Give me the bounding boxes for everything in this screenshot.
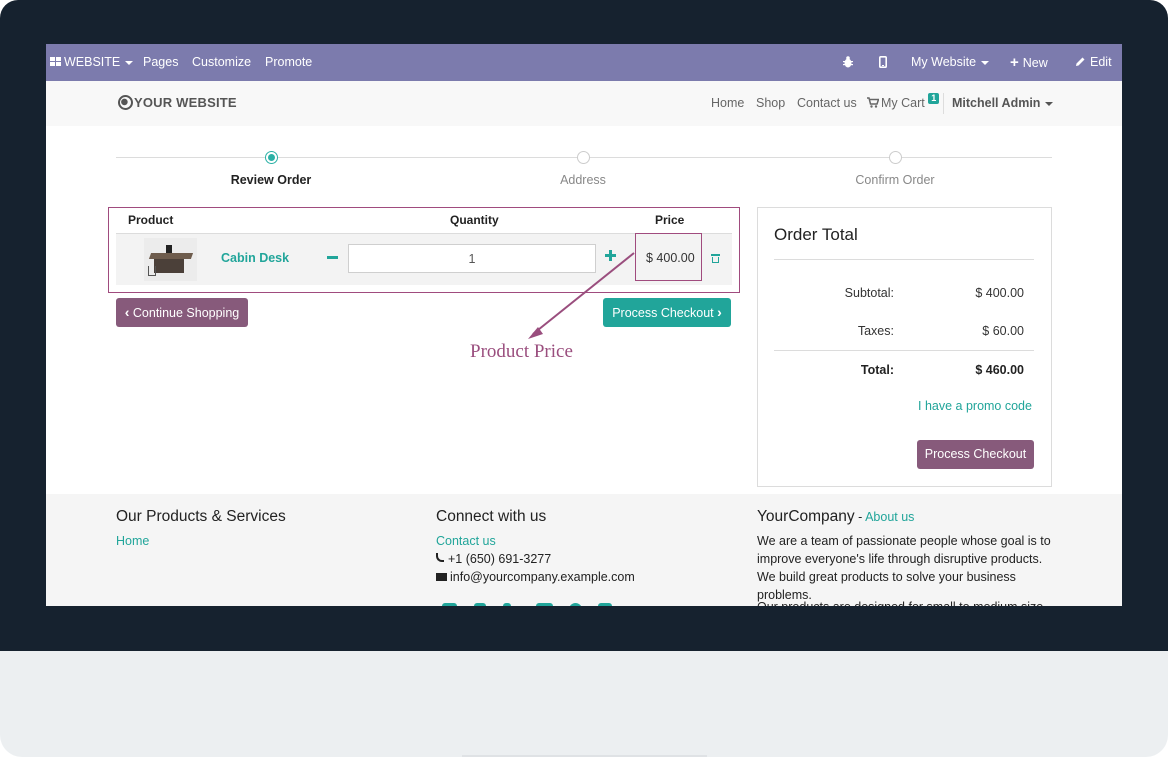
footer-phone: +1 (650) 691-3277 (436, 552, 551, 566)
screen: WEBSITE Pages Customize Promote My Websi… (46, 44, 1122, 606)
footer-company-description: We are a team of passionate people whose… (757, 534, 1051, 602)
subtotal-label: Subtotal: (844, 286, 894, 300)
divider (774, 350, 1034, 351)
quantity-input[interactable] (348, 244, 596, 273)
product-image-detail (154, 259, 184, 273)
title-separator: - (854, 510, 866, 524)
twitter-icon[interactable] (474, 603, 486, 606)
order-total-title: Order Total (774, 225, 858, 244)
step-dot-confirm (889, 151, 902, 164)
column-header-product: Product (128, 213, 174, 227)
process-checkout-button[interactable]: Process Checkout › (603, 298, 731, 327)
taxes-label: Taxes: (857, 324, 894, 338)
footer-email: info@yourcompany.example.com (436, 570, 635, 584)
plus-icon: + (1010, 54, 1019, 71)
new-label: New (1022, 56, 1048, 70)
step-review-order: Review Order (230, 173, 312, 187)
footer-company-description-2: Our products are designed for small to m… (757, 598, 1057, 606)
order-process-checkout-button[interactable]: Process Checkout (917, 440, 1034, 469)
footer-company-title: YourCompany - About us (757, 508, 914, 526)
website-menu[interactable]: WEBSITE (50, 44, 134, 81)
caret-down-icon (125, 60, 134, 65)
mobile-preview-icon[interactable] (879, 44, 888, 81)
youtube-icon[interactable] (536, 603, 553, 606)
pencil-icon (1076, 57, 1085, 67)
decrease-quantity-icon[interactable] (327, 256, 338, 259)
company-name: YourCompany (757, 508, 855, 525)
product-image-detail (166, 245, 172, 253)
globe-icon (118, 95, 133, 111)
process-checkout-label: Process Checkout (612, 306, 714, 320)
caret-down-icon (1045, 101, 1054, 106)
promo-code-link[interactable]: I have a promo code (918, 399, 1032, 413)
my-website-label: My Website (911, 55, 977, 69)
debug-icon[interactable] (843, 44, 853, 81)
footer-home-link[interactable]: Home (116, 534, 149, 548)
product-price: $ 400.00 (646, 251, 695, 265)
cart-count-badge: 1 (928, 93, 940, 104)
my-website-menu[interactable]: My Website (911, 44, 990, 81)
pages-menu[interactable]: Pages (143, 44, 178, 81)
site-logo[interactable]: YOUR WEBSITE (118, 95, 237, 111)
edit-label: Edit (1090, 55, 1112, 69)
footer-email-text: info@yourcompany.example.com (450, 570, 635, 584)
caret-down-icon (981, 60, 990, 65)
product-image[interactable] (144, 238, 197, 281)
annotation-label: Product Price (470, 341, 573, 362)
step-confirm-order: Confirm Order (855, 173, 935, 187)
my-cart-label: My Cart (881, 96, 925, 110)
facebook-icon[interactable] (442, 603, 457, 606)
product-name-link[interactable]: Cabin Desk (221, 251, 289, 265)
total-label: Total: (860, 363, 894, 377)
column-header-quantity: Quantity (450, 213, 499, 227)
step-dot-address (577, 151, 590, 164)
divider (774, 259, 1034, 260)
site-logo-text: YOUR WEBSITE (134, 95, 237, 110)
envelope-icon (436, 572, 447, 581)
nav-home[interactable]: Home (711, 81, 744, 126)
footer-phone-text: +1 (650) 691-3277 (448, 552, 552, 566)
nav-shop[interactable]: Shop (756, 81, 785, 126)
header-divider (943, 93, 944, 114)
chevron-left-icon: ‹ (124, 304, 130, 320)
user-name: Mitchell Admin (952, 96, 1041, 110)
promote-menu[interactable]: Promote (265, 44, 312, 81)
step-dot-review (265, 151, 278, 164)
instagram-icon[interactable] (598, 603, 612, 606)
product-image-detail (148, 266, 156, 276)
phone-icon (436, 553, 444, 563)
total-value: $ 460.00 (975, 363, 1024, 377)
footer-products-title: Our Products & Services (116, 508, 286, 525)
continue-shopping-label: Continue Shopping (132, 306, 240, 320)
edit-button[interactable]: Edit (1075, 44, 1112, 81)
cart-icon (867, 97, 880, 108)
footer-contact-link[interactable]: Contact us (436, 534, 496, 548)
trash-icon[interactable] (711, 253, 720, 263)
about-us-link[interactable]: About us (865, 510, 914, 524)
column-header-price: Price (655, 213, 685, 227)
new-button[interactable]: + New (1010, 44, 1048, 81)
nav-my-cart[interactable]: My Cart 1 (867, 81, 940, 126)
continue-shopping-button[interactable]: ‹ Continue Shopping (116, 298, 248, 327)
subtotal-value: $ 400.00 (975, 286, 1024, 300)
step-address: Address (560, 173, 606, 187)
nav-contact[interactable]: Contact us (797, 81, 857, 126)
chevron-right-icon: › (717, 304, 722, 320)
customize-menu[interactable]: Customize (192, 44, 251, 81)
monitor-stand (0, 651, 1168, 757)
increase-quantity-icon[interactable] (605, 250, 616, 261)
apps-grid-icon (50, 57, 61, 67)
monitor: WEBSITE Pages Customize Promote My Websi… (0, 0, 1168, 757)
footer-connect-title: Connect with us (436, 508, 547, 525)
taxes-value: $ 60.00 (982, 324, 1024, 338)
site-header: YOUR WEBSITE Home Shop Contact us My Car… (46, 81, 1122, 126)
website-menu-label: WEBSITE (64, 55, 121, 69)
linkedin-icon[interactable] (503, 603, 511, 606)
user-menu[interactable]: Mitchell Admin (952, 81, 1054, 126)
admin-bar: WEBSITE Pages Customize Promote My Websi… (46, 44, 1122, 81)
